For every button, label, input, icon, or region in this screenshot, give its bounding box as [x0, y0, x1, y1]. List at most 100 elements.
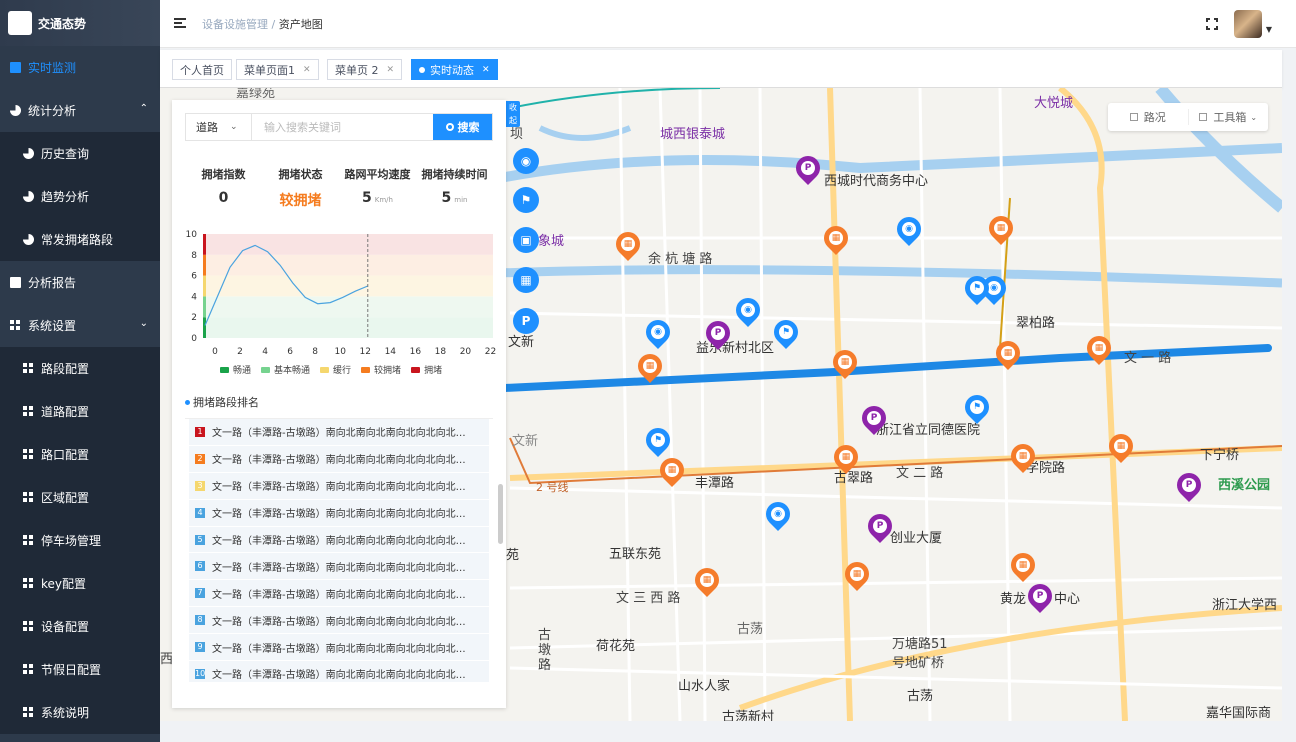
x-tick-label: 18 — [435, 347, 447, 357]
map-label: 号地矿桥 — [892, 656, 945, 671]
device-layer-button[interactable]: ▣ — [513, 227, 539, 253]
rank-row[interactable]: 9 文一路（丰潭路-古墩路）南向北南向北南向北向北向北向北向... — [189, 634, 489, 662]
flag-layer-button[interactable]: ⚑ — [513, 187, 539, 213]
parking-layer-button[interactable]: P — [513, 308, 539, 334]
sidebar-item-segment-config[interactable]: 路段配置 — [0, 347, 160, 390]
grid-icon — [23, 664, 34, 675]
rank-row[interactable]: 3 文一路（丰潭路-古墩路）南向北南向北南向北向北向北向北向... — [189, 472, 489, 500]
sidebar-item-key-config[interactable]: key配置 — [0, 562, 160, 605]
y-tick-label: 0 — [191, 334, 197, 344]
x-tick-label: 10 — [334, 347, 346, 357]
rank-road-text: 文一路（丰潭路-古墩路）南向北南向北南向北向北向北向北向... — [212, 536, 474, 547]
traffic-icon — [1129, 113, 1138, 121]
signal-layer-button[interactable]: ▦ — [513, 267, 539, 293]
pie-chart-icon — [10, 105, 21, 116]
rank-row[interactable]: 1 文一路（丰潭路-古墩路）南向北南向北南向北向北向北向北向... — [189, 419, 489, 446]
traffic-toggle[interactable]: 路况 — [1108, 109, 1188, 125]
map-label: 文新 — [508, 335, 535, 350]
tag-label: 个人首页 — [180, 63, 224, 77]
sidebar-item-system-info[interactable]: 系统说明 — [0, 691, 160, 734]
close-icon[interactable]: ✕ — [482, 65, 490, 75]
rank-road-text: 文一路（丰潭路-古墩路）南向北南向北南向北向北向北向北向... — [212, 509, 474, 521]
map-label: 2 号线 — [536, 481, 569, 494]
legend-item: 畅通 — [220, 363, 251, 376]
panel-collapse-toggle[interactable]: 收起 — [506, 101, 520, 127]
rank-row[interactable]: 10 文一路（丰潭路-古墩路）南向北南向北南向北向北向北向北向... — [189, 661, 489, 682]
chart-band-marker — [203, 317, 206, 338]
caret-down-icon[interactable]: ▼ — [1266, 25, 1272, 34]
sidebar-item-trend[interactable]: 趋势分析 — [0, 175, 160, 218]
sidebar-item-report[interactable]: 分析报告 — [0, 261, 160, 304]
rank-number: 7 — [195, 588, 205, 599]
rank-list: 1 文一路（丰潭路-古墩路）南向北南向北南向北向北向北向北向... 2 文一路（丰潭路… — [185, 418, 493, 682]
toolbox-dropdown[interactable]: 工具箱 ⌄ — [1187, 109, 1269, 125]
hamburger-icon[interactable] — [174, 18, 188, 29]
sidebar-item-label: key配置 — [41, 577, 87, 591]
close-icon[interactable]: ✕ — [387, 65, 395, 75]
rank-row[interactable]: 2 文一路（丰潭路-古墩路）南向北南向北南向北向北向北向北向... — [189, 445, 489, 473]
search-type-select[interactable]: 道路 ⌄ — [186, 114, 252, 140]
search-button[interactable]: 搜索 — [433, 114, 492, 140]
sidebar-item-history[interactable]: 历史查询 — [0, 132, 160, 175]
map-label: 黄龙 — [1000, 592, 1027, 607]
rank-scrollbar[interactable] — [498, 484, 503, 544]
sidebar-item-statistics[interactable]: 统计分析 ⌃ — [0, 89, 160, 132]
rank-road-text: 文一路（丰潭路-古墩路）南向北南向北南向北向北向北向北向... — [212, 562, 474, 574]
x-tick-label: 2 — [237, 347, 243, 357]
avatar[interactable] — [1233, 10, 1262, 38]
rank-row[interactable]: 7 文一路（丰潭路-古墩路）南向北南向北南向北向北向北向北向... — [189, 580, 489, 608]
stat-congestion-index: 拥堵指数 0 — [185, 166, 262, 210]
sidebar: 交通态势 实时监测 统计分析 ⌃ 历史查询 趋势分析 常发拥堵路段 分析报告 系… — [0, 0, 160, 742]
tag-label: 菜单页 2 — [335, 63, 379, 77]
rank-number: 6 — [195, 561, 205, 572]
close-icon[interactable]: ✕ — [303, 65, 311, 75]
map-label: 下宁桥 — [1200, 448, 1240, 463]
fullscreen-icon[interactable] — [1204, 17, 1219, 31]
rank-road-text: 文一路（丰潭路-古墩路）南向北南向北南向北向北向北向北向... — [212, 670, 474, 682]
rank-row[interactable]: 5 文一路（丰潭路-古墩路）南向北南向北南向北向北向北向北向... — [189, 526, 489, 554]
search-input[interactable] — [252, 114, 433, 140]
sidebar-item-device-config[interactable]: 设备配置 — [0, 605, 160, 648]
sidebar-item-intersection-config[interactable]: 路口配置 — [0, 433, 160, 476]
sidebar-item-area-config[interactable]: 区域配置 — [0, 476, 160, 519]
map-label: 创业大厦 — [890, 531, 943, 546]
sidebar-item-road-config[interactable]: 道路配置 — [0, 390, 160, 433]
sidebar-item-parking[interactable]: 停车场管理 — [0, 519, 160, 562]
chevron-down-icon: ⌄ — [230, 122, 238, 132]
tag-home[interactable]: 个人首页 — [172, 59, 232, 80]
legend-item: 拥堵 — [411, 363, 442, 376]
legend-item: 缓行 — [320, 363, 351, 376]
map-label: 浙江省立同德医院 — [876, 423, 981, 438]
breadcrumb: 设备设施管理 / 资产地图 — [202, 16, 323, 32]
chart-band — [205, 254, 493, 276]
x-tick-label: 0 — [212, 347, 218, 357]
rank-number: 1 — [195, 426, 205, 437]
rank-row[interactable]: 6 文一路（丰潭路-古墩路）南向北南向北南向北向北向北向北向... — [189, 553, 489, 581]
y-tick-label: 4 — [191, 292, 197, 302]
rank-row[interactable]: 8 文一路（丰潭路-古墩路）南向北南向北南向北向北向北向北向... — [189, 607, 489, 635]
grid-icon — [23, 363, 34, 374]
sidebar-item-realtime[interactable]: 实时监测 — [0, 46, 160, 89]
grid-icon — [10, 320, 21, 331]
sidebar-item-label: 分析报告 — [28, 276, 77, 290]
breadcrumb-parent[interactable]: 设备设施管理 — [202, 18, 268, 31]
map-label: 万塘路51 — [892, 637, 948, 652]
sidebar-item-frequent-congestion[interactable]: 常发拥堵路段 — [0, 218, 160, 261]
legend-label: 基本畅通 — [274, 366, 311, 376]
stats-row: 拥堵指数 0 拥堵状态 较拥堵 路网平均速度 5 Km/h 拥堵持续时间 5 min — [185, 166, 493, 210]
sidebar-item-label: 统计分析 — [28, 104, 77, 118]
map-label: 西城时代商务中心 — [824, 174, 929, 189]
chart-band-marker — [203, 234, 206, 255]
rank-road-text: 文一路（丰潭路-古墩路）南向北南向北南向北向北向北向北向... — [212, 428, 474, 440]
stat-value: 0 — [218, 190, 229, 206]
sidebar-item-holiday-config[interactable]: 节假日配置 — [0, 648, 160, 691]
map-label: 古荡 — [907, 689, 934, 704]
tag-menu-page-2[interactable]: 菜单页 2 ✕ — [327, 59, 403, 80]
rank-row[interactable]: 4 文一路（丰潭路-古墩路）南向北南向北南向北向北向北向北向... — [189, 499, 489, 527]
tag-menu-page-1[interactable]: 菜单页面1 ✕ — [236, 59, 319, 80]
sidebar-item-label: 实时监测 — [28, 61, 77, 75]
sidebar-item-settings[interactable]: 系统设置 ⌄ — [0, 304, 160, 347]
tag-realtime[interactable]: 实时动态 ✕ — [411, 59, 498, 80]
map-label: 象城 — [538, 234, 565, 249]
camera-layer-button[interactable]: ◉ — [513, 148, 539, 174]
